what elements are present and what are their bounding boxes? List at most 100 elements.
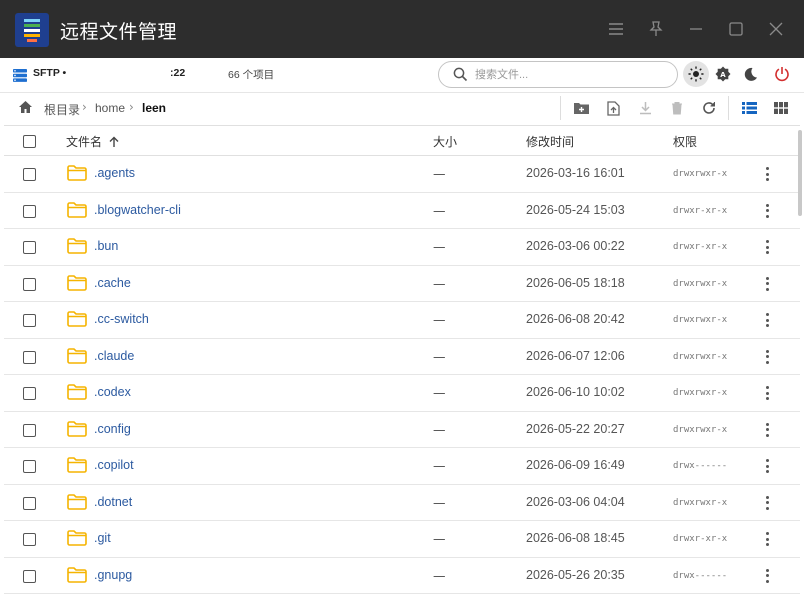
file-mtime: 2026-06-10 10:02 <box>526 385 625 399</box>
row-checkbox[interactable] <box>23 314 36 327</box>
file-size: — <box>433 275 446 291</box>
row-checkbox[interactable] <box>23 460 36 473</box>
more-vertical-icon[interactable] <box>762 238 772 256</box>
disconnect-button[interactable] <box>769 61 795 87</box>
file-name[interactable]: .config <box>94 422 131 436</box>
sort-asc-icon[interactable] <box>108 133 120 152</box>
table-row[interactable]: .gnupg — 2026-05-26 20:35 drwx------ <box>4 558 800 594</box>
table-row[interactable]: .git — 2026-06-08 18:45 drwxr-xr-x <box>4 521 800 558</box>
hamburger-icon[interactable] <box>603 16 629 42</box>
file-size: — <box>433 348 446 364</box>
header-name[interactable]: 文件名 <box>66 133 102 150</box>
row-checkbox[interactable] <box>23 204 36 218</box>
row-checkbox[interactable] <box>23 277 36 291</box>
file-size: — <box>433 202 446 218</box>
breadcrumb-separator: › <box>129 100 134 114</box>
file-mtime: 2026-05-24 15:03 <box>526 202 625 217</box>
file-name[interactable]: .blogwatcher-cli <box>94 203 181 217</box>
grid-view-button[interactable] <box>769 97 793 119</box>
search-box[interactable] <box>438 61 678 88</box>
file-mtime: 2026-06-07 12:06 <box>526 348 625 363</box>
select-all-checkbox[interactable] <box>23 135 36 148</box>
new-folder-button[interactable] <box>569 97 593 119</box>
file-name[interactable]: .dotnet <box>94 495 132 509</box>
light-theme-button[interactable] <box>683 61 709 87</box>
header-perm[interactable]: 权限 <box>673 133 697 150</box>
home-icon[interactable] <box>18 99 33 118</box>
row-checkbox[interactable] <box>23 569 36 583</box>
row-checkbox[interactable] <box>23 350 36 364</box>
folder-icon <box>67 201 87 222</box>
more-vertical-icon[interactable] <box>762 348 772 366</box>
close-icon[interactable] <box>763 16 789 42</box>
table-row[interactable]: .blogwatcher-cli — 2026-05-24 15:03 drwxr-x… <box>4 193 800 229</box>
row-checkbox[interactable] <box>23 496 36 510</box>
maximize-icon[interactable] <box>723 16 749 42</box>
breadcrumb-home[interactable]: home <box>95 101 125 115</box>
header-size[interactable]: 大小 <box>433 133 457 150</box>
file-name[interactable]: .claude <box>94 349 134 363</box>
more-vertical-icon[interactable] <box>762 421 772 439</box>
folder-icon <box>67 493 87 514</box>
table-row[interactable]: .config — 2026-05-22 20:27 drwxrwxr-x <box>4 412 800 448</box>
breadcrumb-root[interactable]: 根目录 <box>44 101 80 118</box>
folder-icon <box>67 457 87 477</box>
more-vertical-icon[interactable] <box>762 567 772 585</box>
table-row[interactable]: .codex — 2026-06-10 10:02 drwxrwxr-x <box>4 375 800 412</box>
more-vertical-icon[interactable] <box>762 311 772 329</box>
pin-icon[interactable] <box>643 16 669 42</box>
table-row[interactable]: .dotnet — 2026-03-06 04:04 drwxrwxr-x <box>4 485 800 521</box>
file-name[interactable]: .agents <box>94 166 135 180</box>
download-button[interactable] <box>633 97 657 119</box>
table-row[interactable]: .claude — 2026-06-07 12:06 drwxrwxr-x <box>4 339 800 375</box>
more-vertical-icon[interactable] <box>762 384 772 402</box>
header-mtime[interactable]: 修改时间 <box>526 133 574 150</box>
file-name[interactable]: .bun <box>94 239 118 253</box>
refresh-button[interactable] <box>697 97 721 119</box>
row-checkbox[interactable] <box>23 423 36 437</box>
more-vertical-icon[interactable] <box>762 457 772 475</box>
app-logo-icon <box>15 13 49 47</box>
toolbar-divider <box>728 96 729 120</box>
moon-icon <box>744 67 757 81</box>
more-vertical-icon[interactable] <box>762 165 772 183</box>
more-vertical-icon[interactable] <box>762 530 772 548</box>
more-vertical-icon[interactable] <box>762 202 772 220</box>
file-name[interactable]: .codex <box>94 385 131 399</box>
file-permissions: drwxrwxr-x <box>673 388 728 398</box>
table-row[interactable]: .cache — 2026-06-05 18:18 drwxrwxr-x <box>4 266 800 302</box>
table-row[interactable]: .agents — 2026-03-16 16:01 drwxrwxr-x <box>4 156 800 193</box>
more-vertical-icon[interactable] <box>762 494 772 512</box>
file-size: — <box>433 531 446 546</box>
vertical-scrollbar[interactable] <box>798 130 802 216</box>
file-mtime: 2026-06-05 18:18 <box>526 275 625 290</box>
file-permissions: drwx------ <box>673 570 728 581</box>
minimize-icon[interactable] <box>683 16 709 42</box>
auto-theme-button[interactable]: A <box>710 61 736 87</box>
upload-button[interactable] <box>601 97 625 119</box>
more-vertical-icon[interactable] <box>762 275 772 293</box>
row-checkbox[interactable] <box>23 241 36 254</box>
new-folder-icon <box>573 103 589 114</box>
file-mtime: 2026-06-09 16:49 <box>526 458 625 472</box>
table-row[interactable]: .bun — 2026-03-06 00:22 drwxr-xr-x <box>4 229 800 266</box>
dark-theme-button[interactable] <box>737 61 763 87</box>
refresh-icon <box>703 102 715 114</box>
file-name[interactable]: .gnupg <box>94 568 132 582</box>
row-checkbox[interactable] <box>23 168 36 181</box>
table-row[interactable]: .copilot — 2026-06-09 16:49 drwx------ <box>4 448 800 485</box>
row-checkbox[interactable] <box>23 533 36 546</box>
list-view-button[interactable] <box>737 97 761 119</box>
file-name[interactable]: .cc-switch <box>94 312 149 326</box>
file-name[interactable]: .cache <box>94 276 131 290</box>
delete-button[interactable] <box>665 97 689 119</box>
server-icon <box>13 67 27 86</box>
file-size: — <box>433 567 446 583</box>
search-input[interactable] <box>475 66 665 84</box>
file-name[interactable]: .git <box>94 531 111 545</box>
file-name[interactable]: .copilot <box>94 458 134 472</box>
row-checkbox[interactable] <box>23 387 36 400</box>
item-count: 66 个项目 <box>228 69 275 81</box>
table-row[interactable]: .cc-switch — 2026-06-08 20:42 drwxrwxr-x <box>4 302 800 339</box>
file-size: — <box>433 166 446 181</box>
